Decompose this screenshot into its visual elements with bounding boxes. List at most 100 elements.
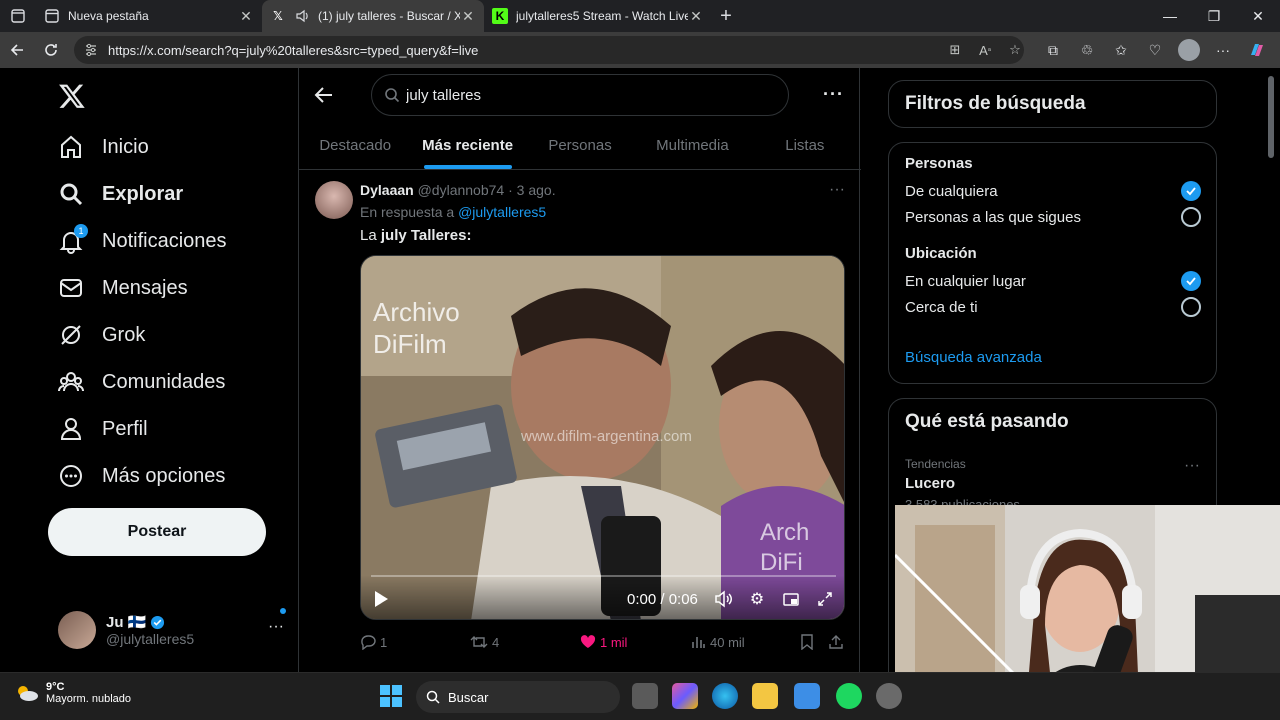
close-tab-icon[interactable]: ✕	[688, 8, 704, 25]
tweet-more-icon[interactable]: ···	[829, 181, 845, 199]
tab-destacado[interactable]: Destacado	[299, 122, 411, 169]
trend-name[interactable]: Lucero	[905, 475, 955, 492]
x-logo-icon[interactable]	[58, 82, 86, 110]
tweet-time[interactable]: · 3 ago.	[508, 182, 555, 198]
x-logo-icon: 𝕏	[273, 9, 283, 23]
account-switcher[interactable]: Ju 🇫🇮 @julytalleres5 ···	[58, 608, 286, 652]
trend-more-icon[interactable]: ···	[1184, 457, 1200, 475]
advanced-search-link[interactable]: Búsqueda avanzada	[905, 349, 1042, 366]
search-filters-panel: Personas De cualquiera Personas a las qu…	[888, 142, 1217, 384]
settings-app-icon[interactable]	[876, 683, 902, 709]
edge-icon[interactable]	[712, 683, 738, 709]
tweet-avatar[interactable]	[315, 181, 353, 219]
radio-unchecked-icon[interactable]	[1181, 297, 1201, 317]
reply-to-link[interactable]: @julytalleres5	[458, 204, 546, 220]
extensions-bar: ⧉ ♲ ✩ ♡ ···	[1036, 32, 1274, 68]
search-icon	[58, 181, 84, 207]
profile-icon[interactable]	[1172, 32, 1206, 68]
settings-menu-icon[interactable]: ···	[1206, 32, 1240, 68]
account-more-icon[interactable]: ···	[268, 618, 284, 636]
tab-mas-reciente[interactable]: Más reciente	[411, 122, 523, 169]
tweet-text-prefix: La	[360, 227, 381, 244]
views-button[interactable]: 40 mil	[690, 634, 745, 650]
browser-essentials-icon[interactable]: ♲	[1070, 32, 1104, 68]
pip-icon[interactable]	[781, 589, 801, 609]
tab-multimedia[interactable]: Multimedia	[636, 122, 748, 169]
url-field[interactable]: https://x.com/search?q=july%20talleres&s…	[74, 36, 1024, 64]
tab-actions-icon[interactable]	[0, 0, 36, 32]
task-view-icon[interactable]	[632, 683, 658, 709]
tweet-video[interactable]: Archivo DiFilm www.difilm-argentina.com …	[360, 255, 845, 620]
minimize-icon[interactable]: —	[1148, 0, 1192, 32]
refresh-icon[interactable]	[34, 32, 68, 68]
reply-button[interactable]: 1	[360, 634, 387, 650]
copilot-app-icon[interactable]	[672, 683, 698, 709]
repost-button[interactable]: 4	[470, 634, 499, 650]
nav-item-mas-opciones[interactable]: Más opciones	[58, 456, 225, 496]
browser-tab-new[interactable]: Nueva pestaña ✕	[36, 0, 262, 32]
nav-item-mensajes[interactable]: Mensajes	[58, 268, 188, 308]
app-available-icon[interactable]: ⊞	[940, 32, 970, 68]
performance-icon[interactable]: ♡	[1138, 32, 1172, 68]
url-actions: ⊞ Aᵃ ☆	[940, 32, 1030, 68]
new-tab-button[interactable]: +	[712, 2, 740, 30]
radio-checked-icon[interactable]	[1181, 271, 1201, 291]
close-window-icon[interactable]: ✕	[1236, 0, 1280, 32]
close-tab-icon[interactable]: ✕	[460, 8, 476, 25]
tweet-header: Dylaaan @dylannob74 · 3 ago.	[360, 182, 556, 198]
share-icon[interactable]	[828, 634, 844, 650]
video-settings-icon[interactable]: ⚙	[747, 589, 767, 609]
fullscreen-icon[interactable]	[815, 589, 835, 609]
browser-tab-kick[interactable]: K julytalleres5 Stream - Watch Live ✕	[484, 0, 712, 32]
site-info-icon[interactable]	[84, 43, 98, 57]
radio-checked-icon[interactable]	[1181, 181, 1201, 201]
spotify-icon[interactable]	[836, 683, 862, 709]
filter-option-near-you[interactable]: Cerca de ti	[905, 297, 1201, 317]
nav-item-grok[interactable]: Grok	[58, 315, 145, 355]
tab-title: (1) july talleres - Buscar / X	[318, 9, 460, 23]
tweet[interactable]: Dylaaan @dylannob74 · 3 ago. ··· En resp…	[299, 171, 861, 671]
nav-item-comunidades[interactable]: Comunidades	[58, 362, 225, 402]
tweet-handle[interactable]: @dylannob74	[418, 182, 505, 198]
taskbar-search[interactable]: Buscar	[416, 681, 620, 713]
back-icon[interactable]	[0, 32, 34, 68]
back-arrow-icon[interactable]	[313, 84, 335, 106]
windows-start-icon[interactable]	[380, 685, 402, 707]
search-input[interactable]	[406, 86, 766, 104]
radio-unchecked-icon[interactable]	[1181, 207, 1201, 227]
trend-category: Tendencias	[905, 457, 966, 471]
play-icon[interactable]	[373, 590, 389, 608]
copilot-icon[interactable]	[1240, 32, 1274, 68]
nav-item-inicio[interactable]: Inicio	[58, 127, 149, 167]
post-button[interactable]: Postear	[48, 508, 266, 556]
nav-label: Perfil	[102, 417, 148, 440]
nav-item-notificaciones[interactable]: 1 Notificaciones	[58, 221, 227, 261]
read-aloud-icon[interactable]: Aᵃ	[970, 32, 1000, 68]
filter-option-anywhere[interactable]: En cualquier lugar	[905, 271, 1201, 291]
extensions-icon[interactable]: ⧉	[1036, 32, 1070, 68]
weather-widget[interactable]: 9°C Mayorm. nublado	[14, 681, 131, 705]
search-box[interactable]	[371, 74, 789, 116]
nav-label: Más opciones	[102, 464, 226, 487]
bookmark-icon[interactable]	[800, 634, 814, 650]
file-explorer-icon[interactable]	[752, 683, 778, 709]
speaker-icon[interactable]	[294, 8, 310, 24]
store-icon[interactable]	[794, 683, 820, 709]
scrollbar-thumb[interactable]	[1268, 76, 1274, 158]
tweet-author[interactable]: Dylaaan	[360, 182, 414, 198]
search-options-icon[interactable]: ···	[823, 84, 844, 105]
tab-personas[interactable]: Personas	[524, 122, 636, 169]
like-button[interactable]: 1 mil	[580, 634, 627, 650]
filter-option-anyone[interactable]: De cualquiera	[905, 181, 1201, 201]
favorite-star-icon[interactable]: ☆	[1000, 32, 1030, 68]
volume-icon[interactable]	[713, 589, 733, 609]
nav-item-perfil[interactable]: Perfil	[58, 409, 148, 449]
close-tab-icon[interactable]: ✕	[238, 8, 254, 25]
restore-icon[interactable]: ❐	[1192, 0, 1236, 32]
favorites-icon[interactable]: ✩	[1104, 32, 1138, 68]
nav-item-explorar[interactable]: Explorar	[58, 174, 183, 214]
browser-tab-x-search[interactable]: 𝕏 (1) july talleres - Buscar / X ✕	[262, 0, 484, 32]
tab-listas[interactable]: Listas	[749, 122, 861, 169]
filter-option-following[interactable]: Personas a las que sigues	[905, 207, 1201, 227]
video-progress-bar[interactable]	[371, 575, 836, 577]
